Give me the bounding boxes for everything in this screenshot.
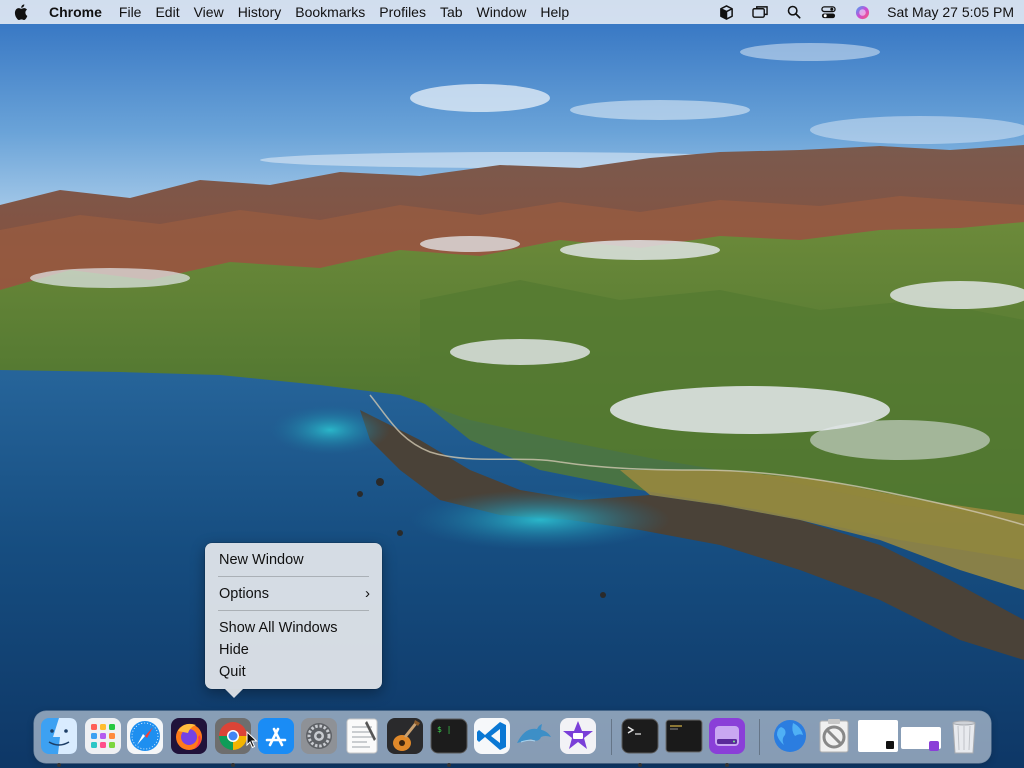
directory-utility-icon[interactable] bbox=[815, 717, 853, 755]
control-center-icon[interactable] bbox=[819, 3, 837, 21]
menu-tab[interactable]: Tab bbox=[433, 0, 470, 24]
menu-profiles[interactable]: Profiles bbox=[372, 0, 433, 24]
textedit-icon[interactable] bbox=[343, 717, 381, 755]
network-globe-icon[interactable] bbox=[771, 717, 809, 755]
menu-bar: Chrome File Edit View History Bookmarks … bbox=[0, 0, 1024, 24]
firefox-icon[interactable] bbox=[170, 717, 208, 755]
window-thumbnail-1[interactable] bbox=[858, 717, 898, 755]
box-icon[interactable] bbox=[717, 3, 735, 21]
screen-mirror-icon[interactable] bbox=[751, 3, 769, 21]
svg-text:$ |: $ | bbox=[437, 725, 451, 734]
menu-view[interactable]: View bbox=[187, 0, 231, 24]
menu-bookmarks[interactable]: Bookmarks bbox=[288, 0, 372, 24]
siri-icon[interactable] bbox=[853, 3, 871, 21]
mysql-workbench-icon[interactable] bbox=[515, 717, 553, 755]
system-preferences-icon[interactable] bbox=[300, 717, 338, 755]
menu-item-new-window[interactable]: New Window bbox=[205, 549, 382, 571]
menu-item-hide[interactable]: Hide bbox=[205, 639, 382, 661]
chevron-right-icon: › bbox=[365, 585, 370, 602]
menu-item-options[interactable]: Options › bbox=[205, 583, 382, 605]
launchpad-icon[interactable] bbox=[84, 717, 122, 755]
imovie-icon[interactable] bbox=[559, 717, 597, 755]
garageband-icon[interactable] bbox=[386, 717, 424, 755]
vscode-icon[interactable] bbox=[473, 717, 511, 755]
menu-item-quit[interactable]: Quit bbox=[205, 661, 382, 683]
terminal-icon[interactable]: $ | bbox=[430, 717, 468, 767]
running-indicator bbox=[447, 763, 451, 767]
running-indicator bbox=[725, 763, 729, 767]
disk-utility-icon[interactable] bbox=[708, 717, 746, 767]
dock-separator bbox=[611, 719, 612, 755]
mouse-cursor-icon bbox=[246, 731, 258, 749]
running-indicator bbox=[231, 763, 235, 767]
dock-context-menu: New Window Options › Show All Windows Hi… bbox=[205, 543, 382, 698]
running-indicator bbox=[638, 763, 642, 767]
menu-separator bbox=[218, 610, 369, 611]
menu-help[interactable]: Help bbox=[533, 0, 576, 24]
trash-icon[interactable] bbox=[945, 717, 983, 755]
apple-logo-icon[interactable] bbox=[14, 4, 28, 20]
menu-edit[interactable]: Edit bbox=[148, 0, 186, 24]
console-icon[interactable] bbox=[665, 717, 703, 755]
terminal-icon-2[interactable] bbox=[621, 717, 659, 767]
menu-file[interactable]: File bbox=[112, 0, 149, 24]
dock-separator bbox=[759, 719, 760, 755]
running-indicator bbox=[57, 763, 61, 767]
search-icon[interactable] bbox=[785, 3, 803, 21]
menu-item-options-label: Options bbox=[219, 586, 269, 602]
menu-separator bbox=[218, 576, 369, 577]
dock: $ | bbox=[34, 711, 991, 767]
menu-app-name[interactable]: Chrome bbox=[42, 0, 112, 24]
menu-window[interactable]: Window bbox=[470, 0, 534, 24]
menu-history[interactable]: History bbox=[231, 0, 289, 24]
menu-item-show-all-windows[interactable]: Show All Windows bbox=[205, 617, 382, 639]
finder-icon[interactable] bbox=[40, 717, 78, 767]
safari-icon[interactable] bbox=[126, 717, 164, 755]
menu-bar-clock[interactable]: Sat May 27 5:05 PM bbox=[887, 4, 1014, 20]
desktop-wallpaper bbox=[0, 0, 1024, 768]
app-store-icon[interactable] bbox=[257, 717, 295, 755]
window-thumbnail-2[interactable] bbox=[901, 717, 941, 755]
